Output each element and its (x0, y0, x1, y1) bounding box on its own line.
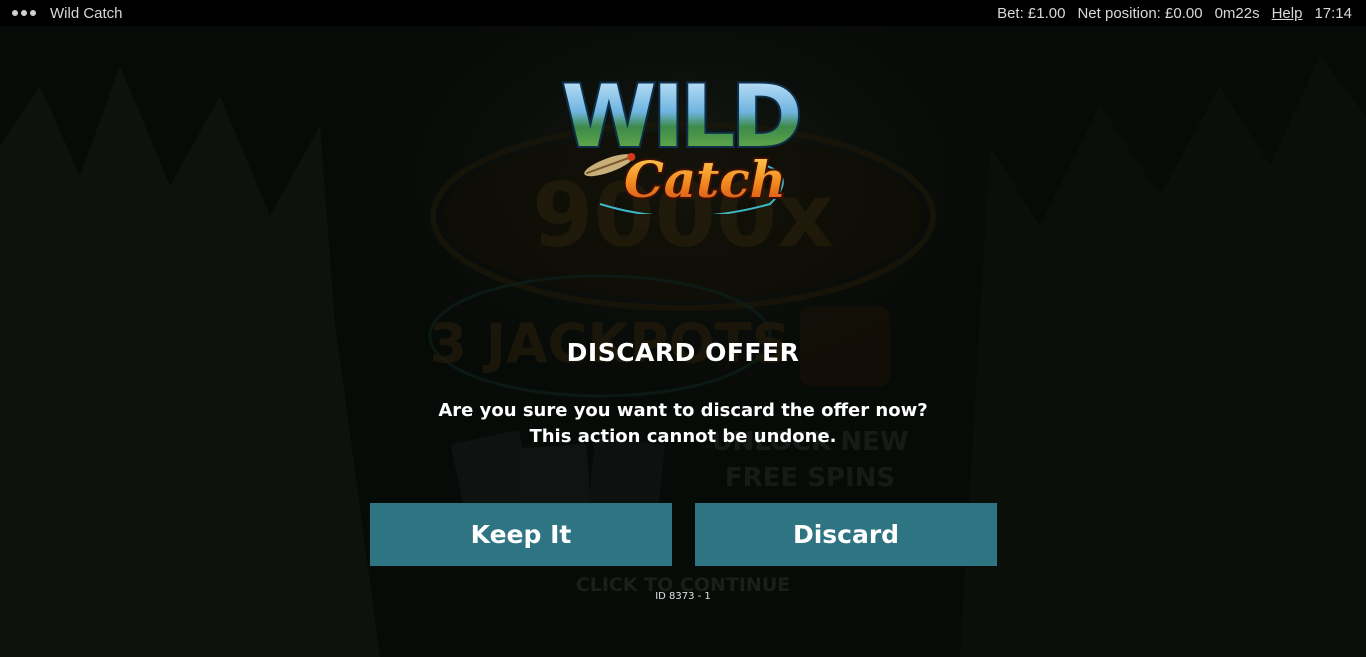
clock: 17:14 (1314, 4, 1352, 22)
dialog-message-line1: Are you sure you want to discard the off… (438, 400, 928, 421)
game-title: Wild Catch (50, 4, 123, 22)
keep-it-button[interactable]: Keep It (370, 503, 672, 566)
session-info: Bet: £1.00 Net position: £0.00 0m22s Hel… (997, 5, 1352, 22)
dialog-message: Are you sure you want to discard the off… (0, 398, 1366, 450)
offer-id-label: ID 8373 - 1 (655, 591, 711, 602)
more-dots-icon[interactable] (12, 10, 36, 16)
session-timer: 0m22s (1214, 4, 1260, 22)
top-bar: Wild Catch Bet: £1.00 Net position: £0.0… (0, 0, 1366, 26)
dialog-title: DISCARD OFFER (566, 338, 800, 367)
bet-amount: Bet: £1.00 (997, 4, 1066, 22)
dialog-message-line2: This action cannot be undone. (529, 426, 837, 447)
discard-button[interactable]: Discard (695, 503, 997, 566)
help-link[interactable]: Help (1272, 5, 1303, 22)
discard-offer-dialog: DISCARD OFFER Are you sure you want to d… (0, 26, 1366, 657)
net-position: Net position: £0.00 (1077, 4, 1203, 22)
